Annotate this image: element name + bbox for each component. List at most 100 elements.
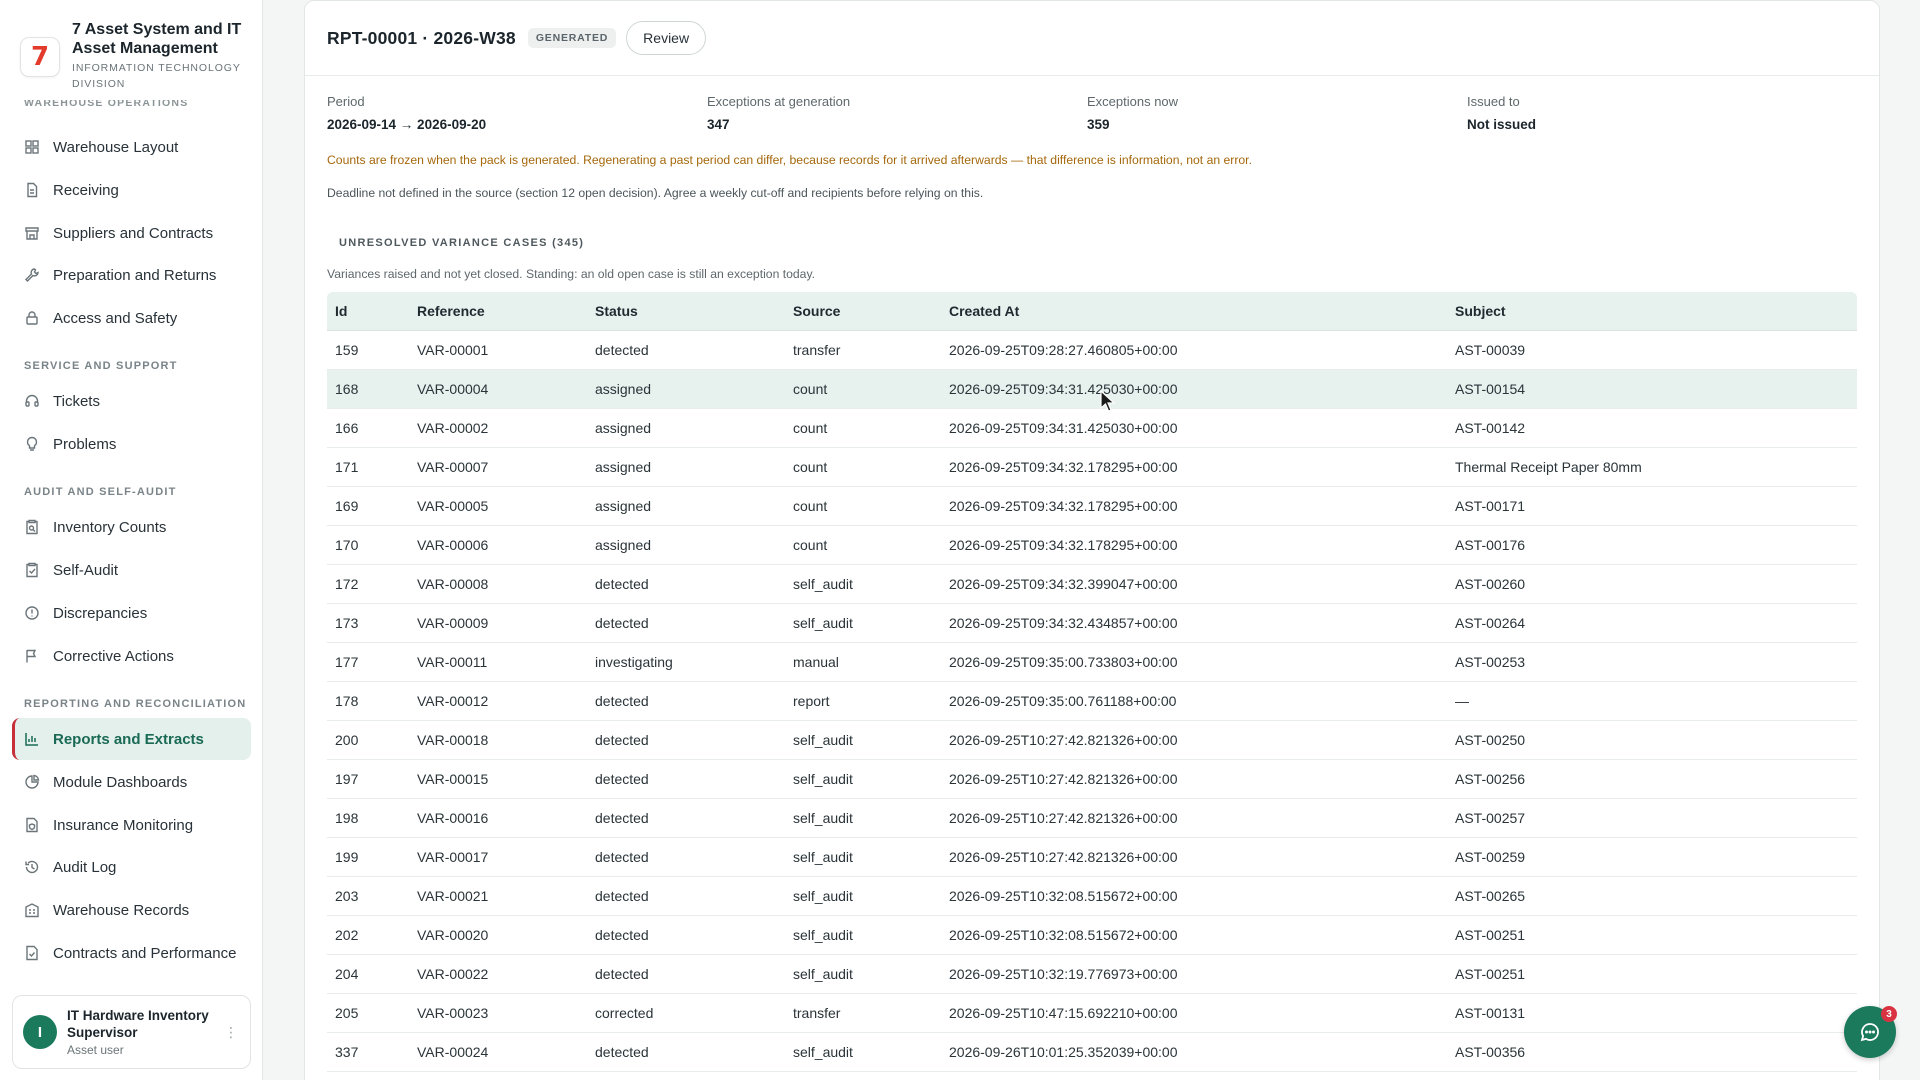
cell-id: 169	[327, 486, 409, 526]
grid-icon	[24, 139, 40, 155]
cell-reference: VAR-00022	[409, 954, 587, 994]
table-row[interactable]: 169 VAR-00005 assigned count 2026-09-25T09:3…	[327, 486, 1857, 526]
cell-subject: AST-00356	[1447, 1032, 1857, 1072]
review-button[interactable]: Review	[626, 21, 707, 55]
sidebar-item-label: Discrepancies	[53, 604, 148, 622]
sidebar-item-contracts-and-performance[interactable]: Contracts and Performance	[12, 932, 251, 974]
brand[interactable]: 7 7 Asset System and IT Asset Management…	[20, 20, 256, 94]
report-summary: Period 2026-09-14 → 2026-09-20 Exception…	[327, 94, 1847, 132]
table-row[interactable]: 203 VAR-00021 detected self_audit 2026-09-25…	[327, 876, 1857, 916]
cell-source: count	[785, 486, 941, 526]
table-body: 159 VAR-00001 detected transfer 2026-09-25T0…	[327, 330, 1857, 1072]
cell-reference: VAR-00021	[409, 876, 587, 916]
sidebar-item-audit-log[interactable]: Audit Log	[12, 846, 251, 888]
table-row[interactable]: 198 VAR-00016 detected self_audit 2026-09-25…	[327, 798, 1857, 838]
cell-reference: VAR-00011	[409, 642, 587, 682]
cell-reference: VAR-00006	[409, 525, 587, 565]
sidebar-item-label: Reports and Extracts	[53, 730, 204, 748]
status-badge: GENERATED	[527, 28, 617, 48]
chat-icon	[1860, 1023, 1879, 1042]
cell-subject: AST-00256	[1447, 759, 1857, 799]
table-row[interactable]: 159 VAR-00001 detected transfer 2026-09-25T0…	[327, 330, 1857, 370]
avatar: I	[23, 1015, 57, 1049]
cell-reference: VAR-00001	[409, 330, 587, 370]
user-card[interactable]: I IT Hardware Inventory Supervisor Asset…	[12, 995, 251, 1069]
cell-source: count	[785, 525, 941, 565]
sidebar-item-discrepancies[interactable]: Discrepancies	[12, 592, 251, 634]
sidebar: 7 7 Asset System and IT Asset Management…	[0, 0, 263, 1080]
document-icon	[24, 182, 40, 198]
report-title: RPT-00001 · 2026-W38	[327, 27, 516, 48]
table-row[interactable]: 197 VAR-00015 detected self_audit 2026-09-25…	[327, 759, 1857, 799]
column-header-subject[interactable]: Subject	[1447, 292, 1857, 331]
cell-reference: VAR-00002	[409, 408, 587, 448]
cell-reference: VAR-00004	[409, 369, 587, 409]
table-row[interactable]: 178 VAR-00012 detected report 2026-09-25T09:…	[327, 681, 1857, 721]
sidebar-item-preparation-and-returns[interactable]: Preparation and Returns	[12, 254, 251, 296]
sidebar-item-insurance-monitoring[interactable]: Insurance Monitoring	[12, 804, 251, 846]
table-row[interactable]: 202 VAR-00020 detected self_audit 2026-09-25…	[327, 915, 1857, 955]
sidebar-item-access-and-safety[interactable]: Access and Safety	[12, 297, 251, 339]
column-header-source[interactable]: Source	[785, 292, 941, 331]
table-row[interactable]: 170 VAR-00006 assigned count 2026-09-25T09:3…	[327, 525, 1857, 565]
table-row[interactable]: 200 VAR-00018 detected self_audit 2026-09-25…	[327, 720, 1857, 760]
sidebar-item-receiving[interactable]: Receiving	[12, 169, 251, 211]
cell-source: self_audit	[785, 954, 941, 994]
sidebar-item-corrective-actions[interactable]: Corrective Actions	[12, 635, 251, 677]
cell-source: transfer	[785, 993, 941, 1033]
bar-chart-icon	[24, 731, 40, 747]
table-row[interactable]: 177 VAR-00011 investigating manual 2026-09-2…	[327, 642, 1857, 682]
table-row[interactable]: 168 VAR-00004 assigned count 2026-09-25T09:3…	[327, 369, 1857, 409]
sidebar-item-reports-and-extracts[interactable]: Reports and Extracts	[12, 718, 251, 760]
cell-created-at: 2026-09-25T10:47:15.692210+00:00	[941, 993, 1447, 1033]
cell-source: self_audit	[785, 837, 941, 877]
cell-created-at: 2026-09-25T09:34:31.425030+00:00	[941, 408, 1447, 448]
sidebar-item-tickets[interactable]: Tickets	[12, 380, 251, 422]
cell-reference: VAR-00007	[409, 447, 587, 487]
cell-created-at: 2026-09-26T10:01:25.352039+00:00	[941, 1032, 1447, 1072]
column-header-id[interactable]: Id	[327, 292, 409, 331]
cell-status: detected	[587, 681, 785, 721]
cell-subject: AST-00251	[1447, 915, 1857, 955]
table-row[interactable]: 205 VAR-00023 corrected transfer 2026-09-25T…	[327, 993, 1857, 1033]
cell-subject: AST-00259	[1447, 837, 1857, 877]
cell-subject: AST-00142	[1447, 408, 1857, 448]
column-header-created-at[interactable]: Created At	[941, 292, 1447, 331]
more-vertical-icon[interactable]: ⋮	[224, 1024, 238, 1041]
column-header-status[interactable]: Status	[587, 292, 785, 331]
cell-created-at: 2026-09-25T09:34:31.425030+00:00	[941, 369, 1447, 409]
table-row[interactable]: 172 VAR-00008 detected self_audit 2026-09-25…	[327, 564, 1857, 604]
summary-label: Period	[327, 94, 365, 109]
cell-subject: AST-00154	[1447, 369, 1857, 409]
table-row[interactable]: 171 VAR-00007 assigned count 2026-09-25T09:3…	[327, 447, 1857, 487]
cell-subject: AST-00176	[1447, 525, 1857, 565]
sidebar-item-suppliers-and-contracts[interactable]: Suppliers and Contracts	[12, 212, 251, 254]
table-row[interactable]: 166 VAR-00002 assigned count 2026-09-25T09:3…	[327, 408, 1857, 448]
sidebar-item-warehouse-records[interactable]: Warehouse Records	[12, 889, 251, 931]
deadline-note: Deadline not defined in the source (sect…	[327, 186, 984, 200]
sidebar-item-label: Module Dashboards	[53, 773, 188, 791]
summary-label: Exceptions at generation	[707, 94, 851, 109]
cell-subject: AST-00257	[1447, 798, 1857, 838]
cell-id: 205	[327, 993, 409, 1033]
nav-section-audit-and-self-audit: AUDIT AND SELF-AUDIT	[24, 486, 177, 498]
table-row[interactable]: 199 VAR-00017 detected self_audit 2026-09-25…	[327, 837, 1857, 877]
sidebar-item-module-dashboards[interactable]: Module Dashboards	[12, 761, 251, 803]
sidebar-item-inventory-counts[interactable]: Inventory Counts	[12, 506, 251, 548]
table-row[interactable]: 173 VAR-00009 detected self_audit 2026-09-25…	[327, 603, 1857, 643]
sidebar-item-label: Access and Safety	[53, 309, 178, 327]
cell-status: detected	[587, 603, 785, 643]
sidebar-item-warehouse-layout[interactable]: Warehouse Layout	[12, 126, 251, 168]
table-row[interactable]: 337 VAR-00024 detected self_audit 2026-09-26…	[327, 1032, 1857, 1072]
cell-source: manual	[785, 642, 941, 682]
cell-source: self_audit	[785, 720, 941, 760]
sidebar-item-label: Receiving	[53, 181, 119, 199]
sidebar-item-problems[interactable]: Problems	[12, 423, 251, 465]
cell-reference: VAR-00017	[409, 837, 587, 877]
summary-value: 359	[1087, 117, 1110, 132]
table-row[interactable]: 204 VAR-00022 detected self_audit 2026-09-25…	[327, 954, 1857, 994]
cell-subject: AST-00260	[1447, 564, 1857, 604]
sidebar-item-self-audit[interactable]: Self-Audit	[12, 549, 251, 591]
column-header-reference[interactable]: Reference	[409, 292, 587, 331]
cell-status: detected	[587, 798, 785, 838]
